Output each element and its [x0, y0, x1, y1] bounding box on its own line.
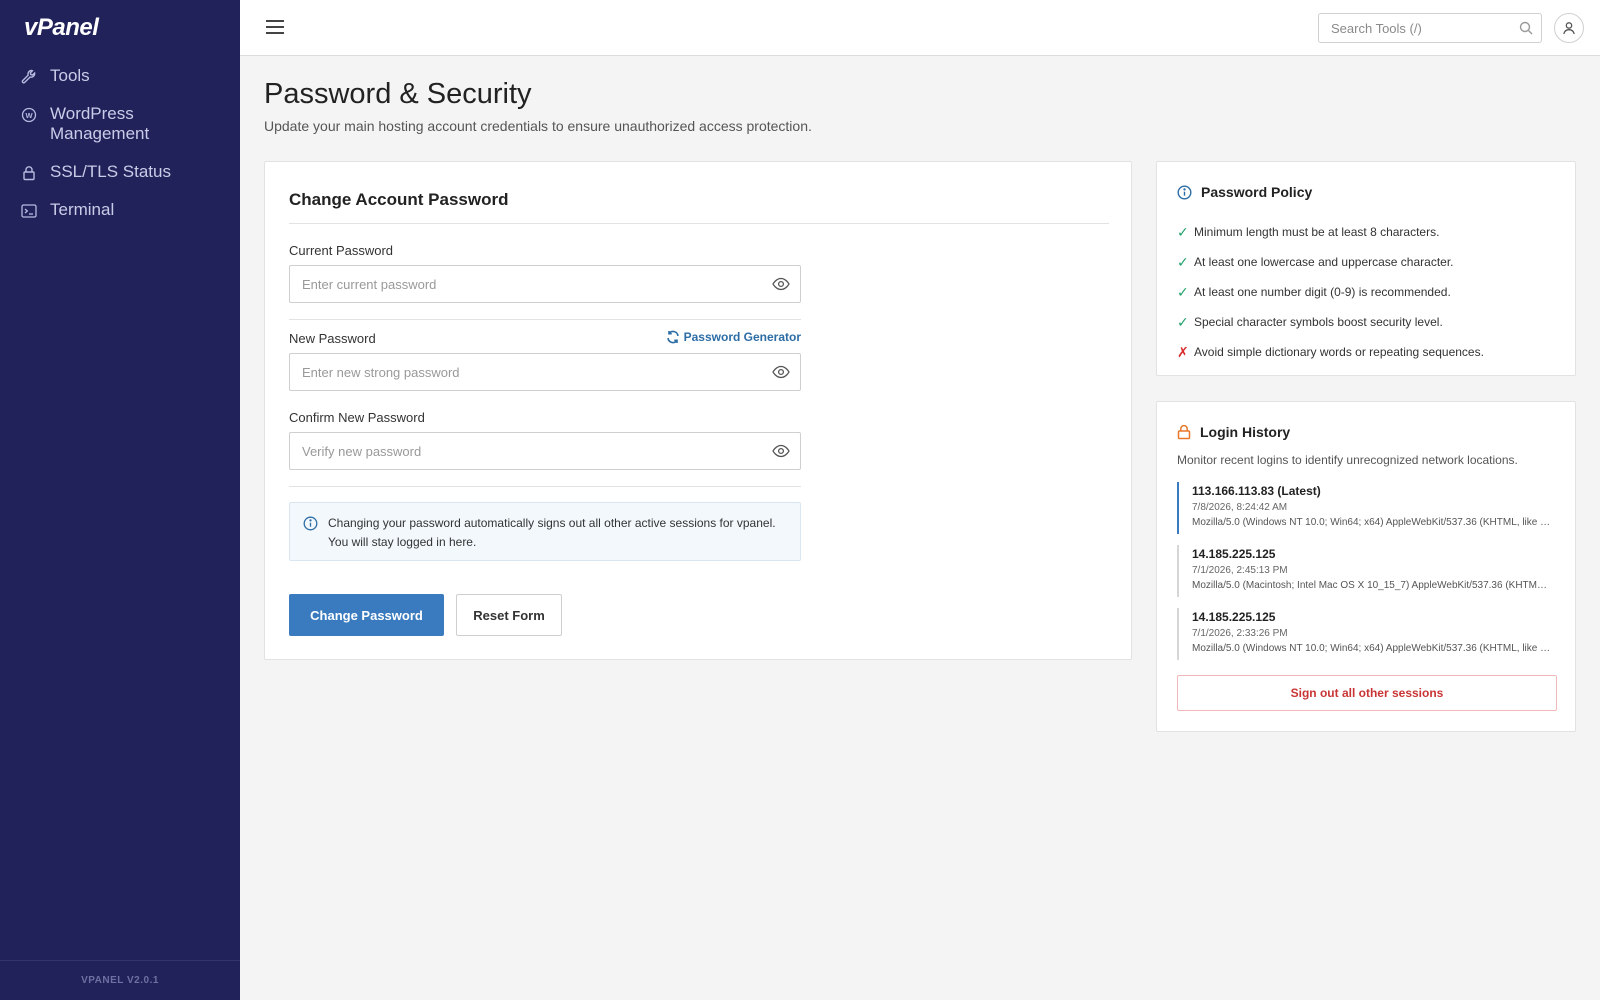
login-user-agent: Mozilla/5.0 (Macintosh; Intel Mac OS X 1…	[1192, 580, 1552, 591]
list-item: 14.185.225.125 7/1/2026, 2:45:13 PM Mozi…	[1177, 545, 1557, 597]
notice-line: Changing your password automatically sig…	[328, 516, 776, 530]
policy-text: Special character symbols boost security…	[1194, 315, 1443, 329]
page-subtitle: Update your main hosting account credent…	[264, 118, 812, 134]
confirm-password-label: Confirm New Password	[289, 410, 425, 425]
sidebar-item-label: Tools	[50, 66, 90, 85]
sidebar-item-label: SSL/TLS Status	[50, 162, 171, 181]
list-item: ✓ At least one lowercase and uppercase ch…	[1177, 247, 1557, 277]
change-password-card: Change Account Password Current Password…	[264, 161, 1132, 660]
login-time: 7/1/2026, 2:45:13 PM	[1192, 565, 1288, 576]
search-icon[interactable]	[1519, 21, 1533, 40]
list-item: ✓ At least one number digit (0-9) is reco…	[1177, 277, 1557, 307]
confirm-password-input[interactable]	[290, 433, 750, 469]
policy-text: Avoid simple dictionary words or repeati…	[1194, 345, 1484, 359]
password-generator-link[interactable]: Password Generator	[651, 330, 801, 344]
sidebar-item-tools[interactable]: Tools	[0, 66, 240, 86]
refresh-icon	[666, 330, 679, 344]
lock-icon	[1177, 424, 1191, 440]
login-time: 7/8/2026, 8:24:42 AM	[1192, 502, 1288, 513]
history-title-text: Login History	[1200, 424, 1291, 440]
info-icon	[303, 516, 318, 536]
login-time: 7/1/2026, 2:33:26 PM	[1192, 628, 1288, 639]
list-item: ✓ Minimum length must be at least 8 chara…	[1177, 217, 1557, 247]
sidebar-item-terminal[interactable]: Terminal	[0, 200, 240, 220]
password-policy-card: Password Policy ✓ Minimum length must be …	[1156, 161, 1576, 376]
policy-title: Password Policy	[1177, 184, 1312, 200]
notice-text: Changing your password automatically sig…	[328, 514, 788, 552]
sidebar-item-ssl[interactable]: SSL/TLS Status	[0, 162, 240, 182]
sidebar-item-label: WordPress Management	[50, 104, 150, 143]
lock-icon	[20, 162, 38, 182]
policy-text: At least one lowercase and uppercase cha…	[1194, 255, 1454, 269]
search-input[interactable]	[1319, 14, 1509, 42]
divider	[289, 223, 1109, 224]
history-title: Login History	[1177, 424, 1290, 440]
current-password-label: Current Password	[289, 243, 394, 258]
sign-out-sessions-button[interactable]: Sign out all other sessions	[1177, 675, 1557, 711]
sidebar: vPanel Tools W WordPress Management SSL/…	[0, 0, 240, 1000]
check-icon: ✓	[1177, 283, 1189, 300]
card-title: Change Account Password	[289, 190, 509, 209]
login-ip: 113.166.113.83 (Latest)	[1192, 484, 1321, 498]
wordpress-icon: W	[20, 104, 38, 124]
login-user-agent: Mozilla/5.0 (Windows NT 10.0; Win64; x64…	[1192, 643, 1552, 654]
history-list: 113.166.113.83 (Latest) 7/8/2026, 8:24:4…	[1177, 482, 1557, 671]
sidebar-item-wordpress[interactable]: W WordPress Management	[0, 104, 240, 144]
list-item: ✓ Special character symbols boost securit…	[1177, 307, 1557, 337]
login-user-agent: Mozilla/5.0 (Windows NT 10.0; Win64; x64…	[1192, 517, 1552, 528]
menu-toggle-icon[interactable]	[266, 20, 284, 36]
cross-icon: ✗	[1177, 343, 1189, 360]
policy-text: Minimum length must be at least 8 charac…	[1194, 225, 1440, 239]
svg-text:W: W	[25, 111, 33, 120]
history-description: Monitor recent logins to identify unreco…	[1177, 453, 1518, 467]
wrench-icon	[20, 66, 38, 86]
change-password-button[interactable]: Change Password	[289, 594, 444, 636]
current-password-input[interactable]	[290, 266, 750, 302]
check-icon: ✓	[1177, 313, 1189, 330]
check-icon: ✓	[1177, 223, 1189, 240]
divider	[289, 319, 801, 320]
confirm-password-field	[289, 432, 801, 470]
terminal-icon	[20, 200, 38, 220]
policy-list: ✓ Minimum length must be at least 8 chara…	[1177, 217, 1557, 367]
divider	[289, 486, 801, 487]
reset-form-button[interactable]: Reset Form	[456, 594, 562, 636]
new-password-field	[289, 353, 801, 391]
password-generator-label: Password Generator	[683, 330, 801, 344]
list-item: ✗ Avoid simple dictionary words or repeat…	[1177, 337, 1557, 367]
sidebar-item-label: Terminal	[50, 200, 115, 219]
eye-icon[interactable]	[772, 277, 790, 296]
session-notice: Changing your password automatically sig…	[289, 502, 801, 561]
new-password-label: New Password	[289, 331, 376, 346]
current-password-field	[289, 265, 801, 303]
top-bar	[240, 0, 1600, 56]
policy-title-text: Password Policy	[1201, 184, 1313, 200]
notice-line: You will stay logged in here.	[328, 535, 477, 549]
login-history-card: Login History Monitor recent logins to i…	[1156, 401, 1576, 732]
list-item: 113.166.113.83 (Latest) 7/8/2026, 8:24:4…	[1177, 482, 1557, 534]
search-box	[1318, 13, 1542, 43]
eye-icon[interactable]	[772, 365, 790, 384]
page-title: Password & Security	[264, 78, 532, 110]
eye-icon[interactable]	[772, 444, 790, 463]
user-avatar[interactable]	[1554, 13, 1584, 43]
version-label: VPANEL V2.0.1	[0, 960, 240, 1000]
policy-text: At least one number digit (0-9) is recom…	[1194, 285, 1451, 299]
sidebar-nav: Tools W WordPress Management SSL/TLS Sta…	[0, 66, 240, 238]
user-icon	[1563, 22, 1575, 35]
login-ip: 14.185.225.125	[1192, 610, 1276, 624]
list-item: 14.185.225.125 7/1/2026, 2:33:26 PM Mozi…	[1177, 608, 1557, 660]
app-logo[interactable]: vPanel	[24, 14, 99, 42]
login-ip: 14.185.225.125	[1192, 547, 1276, 561]
info-icon	[1177, 184, 1192, 200]
new-password-input[interactable]	[290, 354, 750, 390]
check-icon: ✓	[1177, 253, 1189, 270]
